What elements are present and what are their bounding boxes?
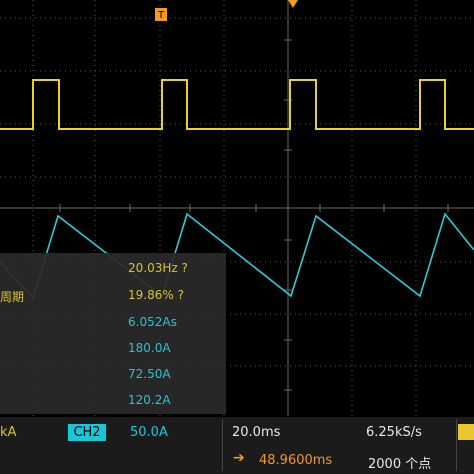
measurement-row[interactable]: 180.0A: [0, 341, 226, 363]
timebase[interactable]: 20.0ms: [232, 425, 280, 440]
trigger-marker-label: T: [157, 10, 165, 21]
measurement-row[interactable]: 20.03Hz ?: [0, 261, 226, 283]
sample-rate[interactable]: 6.25kS/s: [366, 425, 422, 440]
measurement-row[interactable]: 周期 19.86% ?: [0, 288, 226, 310]
measurement-value: 20.03Hz ?: [128, 261, 188, 275]
ch1-waveform: [0, 79, 474, 130]
horizontal-position[interactable]: 48.9600ms: [259, 453, 332, 468]
measurement-value: 6.052As: [128, 315, 177, 329]
divider: [222, 419, 223, 471]
status-bar: kA CH2 50.0A 20.0ms 6.25kS/s ➔ 48.9600ms…: [0, 417, 474, 474]
divider: [456, 419, 457, 471]
measurement-value: 120.2A: [128, 393, 171, 407]
measurement-value: 19.86% ?: [128, 288, 184, 302]
measurement-label: 周期: [0, 290, 25, 304]
trigger-status-icon[interactable]: [458, 424, 474, 440]
ch2-badge[interactable]: CH2: [68, 424, 106, 441]
ch1-scale[interactable]: kA: [0, 425, 16, 440]
measurement-value: 72.50A: [128, 367, 171, 381]
ch2-scale[interactable]: 50.0A: [130, 425, 168, 440]
measurement-row[interactable]: 6.052As: [0, 315, 226, 337]
measurement-value: 180.0A: [128, 341, 171, 355]
measurement-panel: 20.03Hz ? 周期 19.86% ? 6.052As 180.0A 72.…: [0, 253, 226, 414]
position-arrow-icon: ➔: [233, 450, 245, 466]
measurement-row[interactable]: 72.50A: [0, 367, 226, 389]
record-length[interactable]: 2000 个点: [368, 453, 431, 472]
trigger-position-icon: T: [155, 0, 298, 21]
measurement-row[interactable]: 120.2A: [0, 393, 226, 415]
